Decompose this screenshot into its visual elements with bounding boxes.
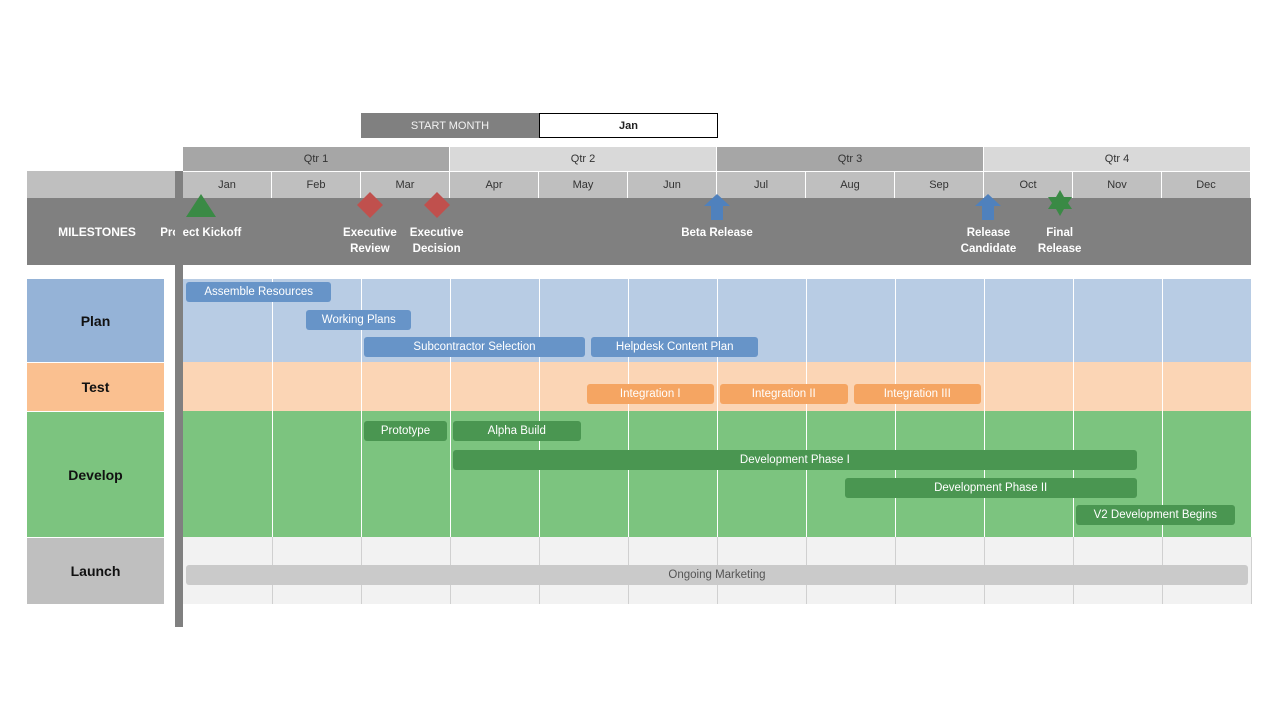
star-icon[interactable] bbox=[1044, 188, 1076, 223]
milestone-label: Executive Review bbox=[343, 225, 397, 257]
milestone-label-line1: Project Kickoff bbox=[160, 227, 242, 239]
milestone-label-line1: Executive bbox=[409, 227, 464, 239]
task-bar[interactable]: Ongoing Marketing bbox=[186, 565, 1248, 585]
task-bar[interactable]: V2 Development Begins bbox=[1076, 505, 1235, 525]
diamond-icon[interactable] bbox=[421, 190, 453, 225]
milestone-label: Beta Release bbox=[681, 225, 753, 241]
month-header: Dec bbox=[1162, 171, 1251, 198]
month-gridline bbox=[361, 265, 362, 537]
start-month-input[interactable]: Jan bbox=[539, 113, 718, 138]
task-label: Development Phase II bbox=[934, 482, 1048, 494]
milestones-title: MILESTONES bbox=[58, 224, 136, 239]
task-label: Integration III bbox=[883, 388, 951, 400]
diamond-icon[interactable] bbox=[354, 190, 386, 225]
milestone-label-line1: Executive bbox=[343, 227, 397, 239]
task-label: Helpdesk Content Plan bbox=[615, 341, 734, 353]
task-bar[interactable]: Development Phase II bbox=[844, 478, 1137, 498]
category-develop: Develop bbox=[27, 411, 164, 537]
milestone-label: Executive Decision bbox=[410, 225, 464, 257]
milestone-label: Release Candidate bbox=[961, 225, 1017, 257]
task-label: Integration I bbox=[619, 388, 681, 400]
task-bar[interactable]: Subcontractor Selection bbox=[364, 337, 585, 357]
task-bar[interactable]: Integration II bbox=[720, 384, 848, 404]
task-bar[interactable]: Assemble Resources bbox=[186, 282, 332, 302]
milestone-label: Final Release bbox=[1038, 225, 1081, 257]
month-header: Apr bbox=[450, 171, 539, 198]
category-launch: Launch bbox=[27, 537, 164, 604]
task-bar[interactable]: Development Phase I bbox=[453, 450, 1137, 470]
task-label: Subcontractor Selection bbox=[413, 341, 536, 353]
task-label: V2 Development Begins bbox=[1093, 509, 1218, 521]
month-header: Nov bbox=[1073, 171, 1162, 198]
month-header-spacer bbox=[27, 171, 175, 198]
quarter-header: Qtr 4 bbox=[984, 147, 1251, 171]
task-label: Prototype bbox=[380, 425, 431, 437]
month-gridline bbox=[1251, 537, 1252, 604]
month-header: Feb bbox=[272, 171, 361, 198]
milestone-label-line2: Candidate bbox=[960, 243, 1017, 255]
task-bar[interactable]: Working Plans bbox=[306, 310, 412, 330]
category-test: Test bbox=[27, 362, 164, 411]
task-label: Working Plans bbox=[321, 314, 396, 326]
category-plan: Plan bbox=[27, 279, 164, 362]
task-label: Ongoing Marketing bbox=[668, 569, 766, 581]
milestone-label-line1: Release bbox=[966, 227, 1011, 239]
timeline-divider bbox=[175, 171, 183, 627]
milestone-label-line2: Review bbox=[350, 243, 390, 255]
month-header: Sep bbox=[895, 171, 984, 198]
task-bar[interactable]: Integration III bbox=[853, 384, 981, 404]
triangle-icon[interactable] bbox=[185, 193, 217, 228]
task-label: Assemble Resources bbox=[204, 286, 313, 298]
month-header: May bbox=[539, 171, 628, 198]
task-bar[interactable]: Integration I bbox=[586, 384, 714, 404]
month-gridline bbox=[539, 265, 540, 537]
task-bar[interactable]: Prototype bbox=[364, 421, 447, 441]
milestone-label-line1: Beta Release bbox=[681, 227, 753, 239]
quarter-header: Qtr 1 bbox=[183, 147, 450, 171]
month-gridline bbox=[1162, 265, 1163, 537]
up-arrow-icon[interactable] bbox=[701, 193, 733, 228]
month-gridline bbox=[717, 265, 718, 537]
month-gridline bbox=[450, 265, 451, 537]
task-bar[interactable]: Helpdesk Content Plan bbox=[590, 337, 759, 357]
quarter-header: Qtr 2 bbox=[450, 147, 717, 171]
month-gridline bbox=[272, 265, 273, 537]
start-month-label: START MONTH bbox=[361, 113, 539, 138]
month-gridline bbox=[1251, 265, 1252, 537]
task-label: Development Phase I bbox=[739, 454, 850, 466]
quarter-header: Qtr 3 bbox=[717, 147, 984, 171]
task-label: Alpha Build bbox=[487, 425, 546, 437]
month-header: Aug bbox=[806, 171, 895, 198]
task-bar[interactable]: Alpha Build bbox=[453, 421, 581, 441]
task-label: Integration II bbox=[751, 388, 816, 400]
milestone-label-line2: Release bbox=[1037, 243, 1082, 255]
milestone-label: Project Kickoff bbox=[160, 225, 241, 241]
up-arrow-icon[interactable] bbox=[972, 193, 1004, 228]
milestone-label-line1: Final bbox=[1046, 227, 1074, 239]
milestone-label-line2: Decision bbox=[412, 243, 461, 255]
